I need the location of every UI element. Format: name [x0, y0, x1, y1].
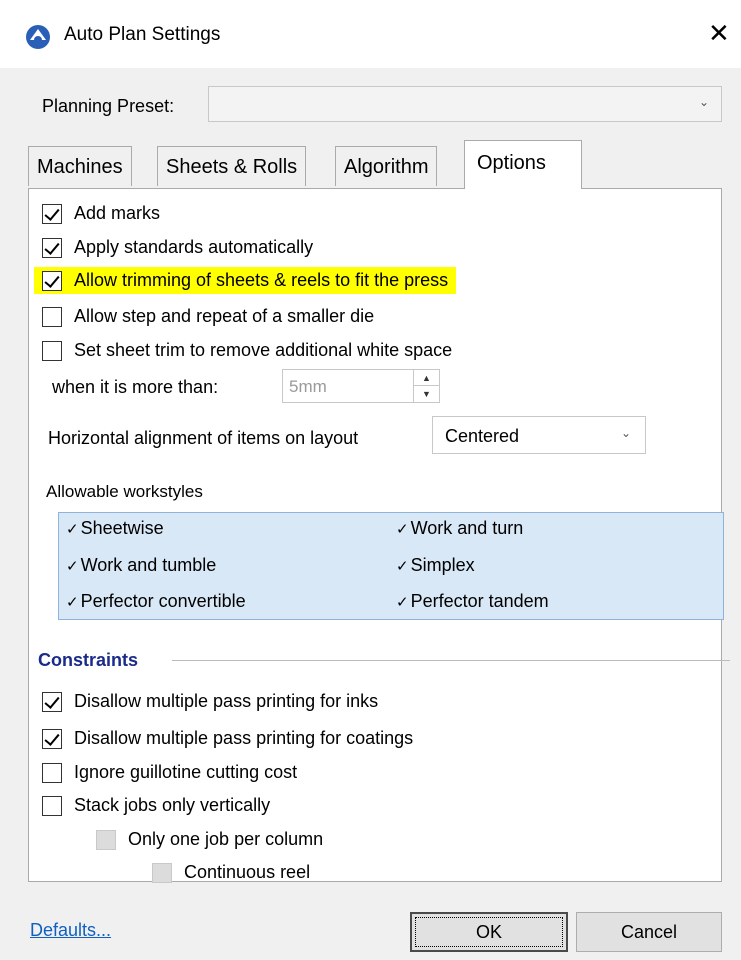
workstyle-item[interactable]: ✓ Simplex [396, 555, 475, 576]
option-allow-trimming[interactable]: Allow trimming of sheets & reels to fit … [34, 267, 457, 294]
chevron-down-icon: ⌄ [698, 95, 709, 109]
tab-sheets-rolls[interactable]: Sheets & Rolls [157, 146, 307, 186]
checkbox[interactable] [42, 691, 62, 712]
stepper-buttons: ▲ ▼ [413, 370, 439, 402]
option-label: Allow step and repeat of a smaller die [74, 306, 375, 326]
option-step-repeat[interactable]: Allow step and repeat of a smaller die [42, 306, 374, 327]
checkbox[interactable] [42, 762, 62, 783]
checkbox[interactable] [42, 237, 62, 258]
checkbox [96, 829, 116, 850]
checkmark-icon: ✓ [66, 594, 79, 611]
app-logo-icon [26, 25, 50, 49]
option-apply-standards[interactable]: Apply standards automatically [42, 237, 313, 258]
tab-options[interactable]: Options [464, 140, 582, 189]
constraints-title: Constraints [38, 650, 139, 670]
chevron-down-icon: ⌄ [620, 426, 631, 440]
tab-algorithm[interactable]: Algorithm [335, 146, 438, 186]
option-sheet-trim[interactable]: Set sheet trim to remove additional whit… [42, 340, 452, 361]
title-bar: Auto Plan Settings ✕ [0, 0, 741, 68]
constraint-label: Stack jobs only vertically [74, 795, 271, 815]
workstyle-label: Sheetwise [80, 518, 164, 538]
alignment-label: Horizontal alignment of items on layout [48, 428, 359, 448]
option-label: Apply standards automatically [74, 237, 314, 257]
constraint-label: Continuous reel [184, 862, 311, 882]
checkmark-icon: ✓ [396, 521, 409, 538]
planning-preset-label: Planning Preset: [42, 96, 175, 116]
constraint-coatings[interactable]: Disallow multiple pass printing for coat… [42, 728, 413, 749]
arrow-up-icon[interactable]: ▲ [414, 370, 439, 386]
workstyle-item[interactable]: ✓ Perfector tandem [396, 591, 549, 612]
constraint-label: Disallow multiple pass printing for inks [74, 691, 379, 711]
workstyle-label: Work and tumble [80, 555, 217, 575]
alignment-select[interactable]: Centered ⌄ [432, 416, 646, 454]
workstyle-item[interactable]: ✓ Work and turn [396, 518, 523, 539]
constraint-label: Ignore guillotine cutting cost [74, 762, 298, 782]
trim-threshold-label: when it is more than: [52, 377, 219, 397]
workstyle-item[interactable]: ✓ Sheetwise [66, 518, 164, 539]
checkbox[interactable] [42, 795, 62, 816]
option-label: Allow trimming of sheets & reels to fit … [74, 270, 449, 290]
workstyle-label: Perfector tandem [410, 591, 549, 611]
checkmark-icon: ✓ [396, 558, 409, 575]
close-button[interactable]: ✕ [708, 18, 730, 48]
arrow-down-icon[interactable]: ▼ [414, 386, 439, 402]
constraint-label: Only one job per column [128, 829, 324, 849]
group-divider [172, 660, 730, 661]
checkbox[interactable] [42, 340, 62, 361]
cancel-button[interactable]: Cancel [576, 912, 722, 952]
planning-preset-select[interactable]: ⌄ [208, 86, 722, 122]
checkmark-icon: ✓ [396, 594, 409, 611]
workstyle-item[interactable]: ✓ Work and tumble [66, 555, 216, 576]
alignment-value: Centered [445, 426, 520, 446]
window-title: Auto Plan Settings [64, 24, 221, 45]
constraint-label: Disallow multiple pass printing for coat… [74, 728, 414, 748]
option-label: Set sheet trim to remove additional whit… [74, 340, 453, 360]
option-add-marks[interactable]: Add marks [42, 203, 160, 224]
constraint-one-job-per-column: Only one job per column [96, 829, 323, 850]
checkbox [152, 862, 172, 883]
checkmark-icon: ✓ [66, 558, 79, 575]
constraint-continuous-reel: Continuous reel [152, 862, 310, 883]
cancel-label: Cancel [620, 921, 678, 942]
focus-ring [415, 917, 563, 947]
ok-button[interactable]: OK [410, 912, 568, 952]
workstyle-label: Perfector convertible [80, 591, 246, 611]
tab-machines[interactable]: Machines [28, 146, 132, 186]
defaults-link[interactable]: Defaults... [30, 920, 111, 941]
checkbox[interactable] [42, 270, 62, 291]
checkbox[interactable] [42, 728, 62, 749]
workstyle-item[interactable]: ✓ Perfector convertible [66, 591, 246, 612]
option-label: Add marks [74, 203, 161, 223]
trim-threshold-value: 5mm [289, 377, 327, 396]
trim-threshold-stepper[interactable]: 5mm ▲ ▼ [282, 369, 440, 403]
constraint-guillotine[interactable]: Ignore guillotine cutting cost [42, 762, 297, 783]
constraint-stack-vertical[interactable]: Stack jobs only vertically [42, 795, 270, 816]
workstyle-label: Simplex [410, 555, 475, 575]
constraint-inks[interactable]: Disallow multiple pass printing for inks [42, 691, 378, 712]
checkmark-icon: ✓ [66, 521, 79, 538]
checkbox[interactable] [42, 203, 62, 224]
checkbox[interactable] [42, 306, 62, 327]
workstyle-label: Work and turn [410, 518, 524, 538]
workstyles-label: Allowable workstyles [46, 482, 203, 501]
